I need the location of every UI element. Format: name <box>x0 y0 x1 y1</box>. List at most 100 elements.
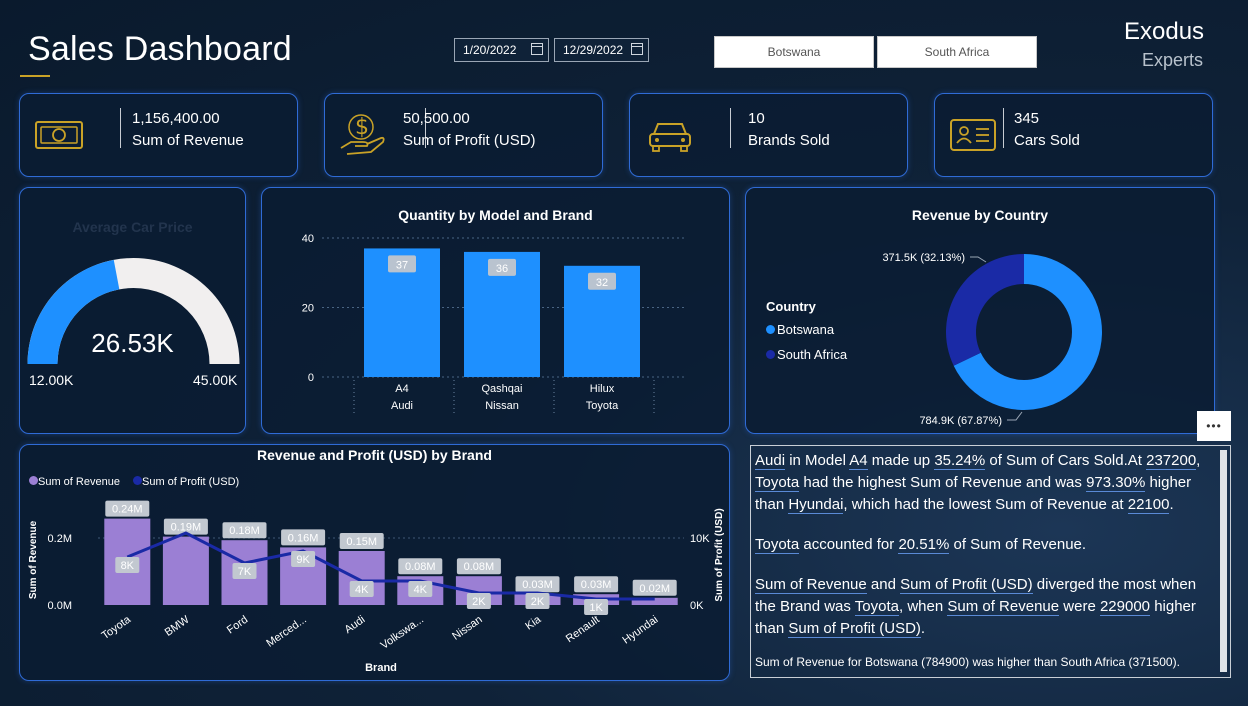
more-options-button[interactable]: ••• <box>1197 411 1231 441</box>
slicer-botswana[interactable]: Botswana <box>714 36 874 68</box>
x-tick-label: Toyota <box>100 613 134 642</box>
slicer-south-africa[interactable]: South Africa <box>877 36 1037 68</box>
kpi-value: 1,156,400.00 <box>132 110 220 127</box>
x-tick-label: Nissan <box>485 400 519 412</box>
money-bill-icon <box>35 121 83 149</box>
data-label: 32 <box>596 277 608 289</box>
narrative-highlight: Toyota <box>755 474 800 492</box>
narrative-highlight: Sum of Revenue <box>947 598 1060 616</box>
y-tick-label: 0.2M <box>48 533 72 545</box>
narrative-highlight: Sum of Profit (USD) <box>900 576 1033 594</box>
revenue-profit-combo-chart[interactable]: 0.2M 0.0M 10K 0K Sum of Revenue Sum of Profit… <box>20 445 731 682</box>
x-axis-title: Brand <box>365 662 397 674</box>
y-tick-label: 40 <box>302 233 314 245</box>
revenue-data-label: 0.02M <box>639 583 670 595</box>
x-tick-label: Ford <box>225 614 250 637</box>
kpi-card-cars[interactable]: 345 Cars Sold <box>934 93 1213 177</box>
svg-text:$: $ <box>355 115 369 140</box>
slice-data-label: 371.5K (32.13%) <box>882 252 965 264</box>
narrative-paragraph: Sum of Revenue for Botswana (784900) was… <box>755 655 1180 669</box>
narrative-highlight: 237200 <box>1146 452 1197 470</box>
gauge-card[interactable]: Average Car Price 26.53K 12.00K 45.00K <box>19 187 246 434</box>
narrative-highlight: Hyundai <box>788 496 844 514</box>
quantity-chart-card[interactable]: Quantity by Model and Brand 40 20 0 37 A4 Aud… <box>261 187 730 434</box>
revenue-data-label: 0.18M <box>229 525 260 537</box>
narrative-text: Audi in Model A4 made up 35.24% of Sum o… <box>755 450 1215 677</box>
donut-slice[interactable] <box>946 254 1024 366</box>
x-tick-label: Hyundai <box>620 614 660 647</box>
profit-data-label: 1K <box>589 602 603 614</box>
narrative-text-segment: , which had the lowest Sum of Revenue at <box>843 496 1128 513</box>
profit-data-label: 9K <box>296 554 310 566</box>
narrative-text-segment: of Sum of Revenue. <box>949 536 1087 553</box>
data-label: 37 <box>396 259 408 271</box>
start-date-input[interactable]: 1/20/2022 <box>454 38 549 62</box>
kpi-value: 10 <box>748 110 765 127</box>
y2-axis-title: Sum of Profit (USD) <box>714 508 725 601</box>
kpi-separator <box>730 108 731 148</box>
gauge-value: 26.53K <box>91 328 174 358</box>
revenue-country-card[interactable]: Revenue by Country Country Botswana Sout… <box>745 187 1215 434</box>
kpi-card-brands[interactable]: 10 Brands Sold <box>629 93 908 177</box>
x-tick-label: Kia <box>523 613 544 632</box>
x-tick-label: Hilux <box>590 383 615 395</box>
profit-data-label: 2K <box>531 596 545 608</box>
kpi-separator <box>1003 108 1004 148</box>
revenue-data-label: 0.03M <box>522 579 553 591</box>
narrative-paragraph: Audi in Model A4 made up 35.24% of Sum o… <box>755 450 1215 516</box>
page-title: Sales Dashboard <box>28 30 292 68</box>
narrative-paragraph: Toyota accounted for 20.51% of Sum of Re… <box>755 534 1215 556</box>
narrative-highlight: Toyota <box>854 598 899 616</box>
slice-data-label: 784.9K (67.87%) <box>919 415 1002 427</box>
quantity-bar-chart[interactable]: 40 20 0 37 A4 Audi 36 Qashqai Nissan 32 Hilux Toyot… <box>262 188 731 435</box>
narrative-highlight: Toyota <box>755 536 800 554</box>
leader-line <box>1007 411 1023 421</box>
smart-narrative[interactable]: Audi in Model A4 made up 35.24% of Sum o… <box>750 445 1231 678</box>
car-icon <box>649 123 691 152</box>
profit-data-label: 8K <box>121 560 135 572</box>
scrollbar-track[interactable] <box>1220 450 1227 672</box>
kpi-card-profit[interactable]: $ 50,500.00 Sum of Profit (USD) <box>324 93 603 177</box>
x-tick-label: Toyota <box>586 400 619 412</box>
revenue-data-label: 0.03M <box>581 579 612 591</box>
brand-logo-line2: Experts <box>1142 50 1204 70</box>
kpi-label: Sum of Profit (USD) <box>403 132 536 149</box>
gauge-chart[interactable] <box>20 188 247 435</box>
hand-dollar-icon: $ <box>340 114 385 155</box>
narrative-text-segment: , <box>1196 452 1201 469</box>
calendar-icon[interactable] <box>531 43 543 55</box>
kpi-value: 50,500.00 <box>403 110 470 127</box>
profit-data-label: 2K <box>472 596 486 608</box>
x-tick-label: Renault <box>564 614 602 646</box>
x-tick-label: Audi <box>342 614 367 636</box>
kpi-label: Cars Sold <box>1014 132 1080 149</box>
narrative-highlight: Sum of Revenue <box>755 576 867 594</box>
x-tick-label: Qashqai <box>482 383 523 395</box>
end-date-value: 12/29/2022 <box>563 43 624 57</box>
narrative-text-segment: in Model <box>785 452 850 469</box>
y-tick-label: 20 <box>302 303 314 315</box>
profit-data-label: 4K <box>414 584 428 596</box>
narrative-text-segment: and <box>866 576 901 593</box>
narrative-text-segment: . <box>1169 496 1174 513</box>
narrative-highlight: 22100 <box>1127 496 1170 514</box>
narrative-text-segment: accounted for <box>799 536 899 553</box>
narrative-text-segment: . <box>920 620 926 637</box>
narrative-highlight: 20.51% <box>898 536 950 554</box>
revenue-bar[interactable] <box>162 536 209 605</box>
narrative-text-segment: made up <box>867 452 935 469</box>
calendar-icon[interactable] <box>631 43 643 55</box>
kpi-card-revenue[interactable]: 1,156,400.00 Sum of Revenue <box>19 93 298 177</box>
end-date-input[interactable]: 12/29/2022 <box>554 38 649 62</box>
leader-line <box>970 256 987 263</box>
narrative-text-segment: had the highest Sum of Revenue and was <box>799 474 1087 491</box>
kpi-label: Sum of Revenue <box>132 132 244 149</box>
revenue-profit-card[interactable]: Revenue and Profit (USD) by Brand Sum of… <box>19 444 730 681</box>
kpi-value: 345 <box>1014 110 1040 127</box>
revenue-donut-chart[interactable]: 371.5K (32.13%) 784.9K (67.87%) <box>746 188 1216 435</box>
revenue-data-label: 0.08M <box>464 561 495 573</box>
narrative-highlight: Sum of Profit (USD) <box>788 620 921 638</box>
revenue-data-label: 0.08M <box>405 561 436 573</box>
narrative-text-segment: were <box>1059 598 1100 615</box>
revenue-data-label: 0.16M <box>288 532 319 544</box>
